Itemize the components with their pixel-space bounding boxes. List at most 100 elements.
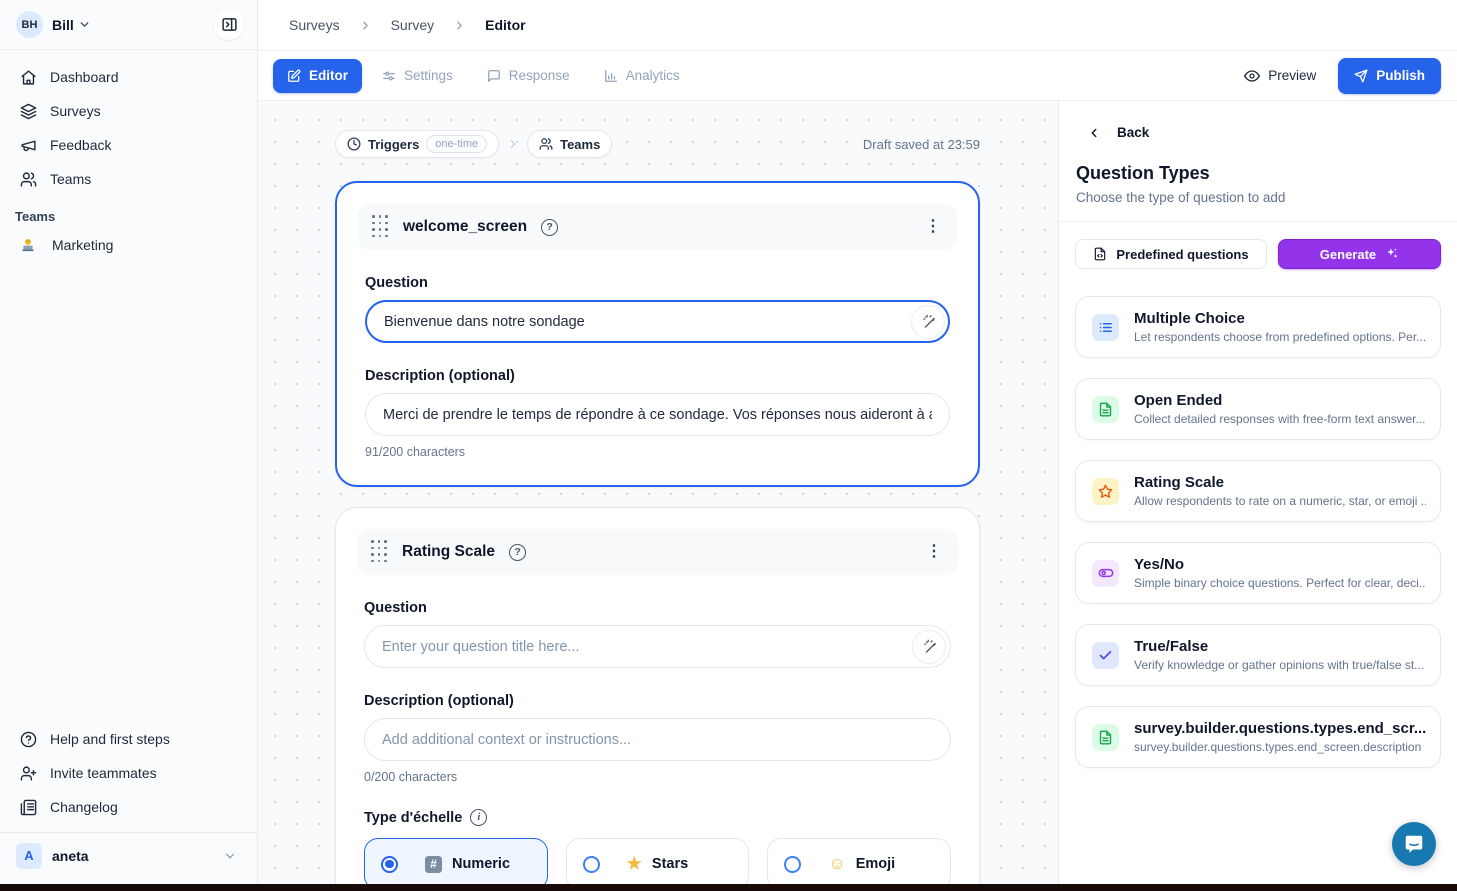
- question-label: Question: [365, 275, 950, 291]
- breadcrumb: Surveys Survey Editor: [258, 0, 1457, 51]
- preview-button[interactable]: Preview: [1244, 68, 1316, 84]
- more-options-icon[interactable]: ⋮: [925, 219, 941, 235]
- user-name[interactable]: Bill: [52, 17, 74, 33]
- type-description: Verify knowledge or gather opinions with…: [1134, 658, 1424, 672]
- teams-pill-label: Teams: [560, 137, 600, 152]
- publish-label: Publish: [1376, 68, 1425, 83]
- tab-label: Analytics: [626, 68, 680, 83]
- breadcrumb-survey[interactable]: Survey: [391, 17, 435, 33]
- scale-option-label: Numeric: [452, 856, 510, 872]
- help-icon[interactable]: ?: [509, 544, 526, 561]
- sidebar-item-invite[interactable]: Invite teammates: [0, 756, 257, 790]
- megaphone-icon: [19, 137, 37, 154]
- question-description-input[interactable]: [365, 393, 950, 436]
- more-options-icon[interactable]: ⋮: [926, 544, 942, 560]
- sidebar-item-help[interactable]: Help and first steps: [0, 722, 257, 756]
- tab-settings[interactable]: Settings: [368, 59, 467, 93]
- type-description: Collect detailed responses with free-for…: [1134, 412, 1425, 426]
- teams-pill[interactable]: Teams: [527, 130, 612, 158]
- list-icon: [1092, 314, 1119, 341]
- question-card-header: welcome_screen ? ⋮: [358, 204, 957, 250]
- tab-editor[interactable]: Editor: [273, 59, 362, 93]
- breadcrumb-editor: Editor: [485, 17, 525, 33]
- description-label: Description (optional): [365, 368, 950, 384]
- drag-handle-icon[interactable]: [372, 215, 389, 239]
- pencil-square-icon: [287, 69, 301, 83]
- radio-checked-icon: [381, 856, 398, 873]
- main-area: Surveys Survey Editor Editor Settings R: [258, 0, 1457, 884]
- sidebar-footer: Help and first steps Invite teammates Ch…: [0, 722, 257, 884]
- publish-button[interactable]: Publish: [1338, 58, 1441, 94]
- toggle-icon: [1092, 560, 1119, 587]
- changelog-icon: [19, 799, 37, 816]
- sidebar-nav: Dashboard Surveys Feedback Teams Teams: [0, 50, 257, 263]
- question-description-input[interactable]: [364, 718, 951, 761]
- message-square-icon: [487, 69, 501, 83]
- scale-option-numeric[interactable]: # Numeric: [364, 838, 548, 884]
- preview-label: Preview: [1268, 68, 1316, 83]
- back-button[interactable]: Back: [1075, 125, 1441, 140]
- sidebar: BH Bill Dashboard Surveys F: [0, 0, 258, 884]
- triggers-pill[interactable]: Triggers one-time: [335, 130, 499, 158]
- ai-wand-icon[interactable]: [912, 630, 946, 664]
- chevron-right-icon: [453, 19, 466, 32]
- sidebar-item-label: Teams: [50, 171, 91, 187]
- scale-type-label: Type d'échelle: [364, 810, 462, 826]
- divider: [1059, 221, 1457, 222]
- tab-response[interactable]: Response: [473, 59, 584, 93]
- char-count: 91/200 characters: [365, 445, 950, 459]
- clock-icon: [347, 137, 361, 151]
- type-title: Yes/No: [1134, 556, 1426, 573]
- sidebar-item-feedback[interactable]: Feedback: [0, 128, 257, 162]
- eye-icon: [1244, 68, 1260, 84]
- question-type-true-false[interactable]: True/False Verify knowledge or gather op…: [1075, 624, 1441, 686]
- info-icon[interactable]: i: [470, 809, 487, 826]
- check-icon: [1092, 642, 1119, 669]
- layers-icon: [19, 103, 37, 120]
- sidebar-item-label: Surveys: [50, 103, 101, 119]
- question-type-rating-scale[interactable]: Rating Scale Allow respondents to rate o…: [1075, 460, 1441, 522]
- ai-wand-icon[interactable]: [911, 305, 945, 339]
- breadcrumb-surveys[interactable]: Surveys: [289, 17, 340, 33]
- help-icon[interactable]: ?: [541, 219, 558, 236]
- predefined-questions-button[interactable]: Predefined questions: [1075, 239, 1267, 269]
- sidebar-collapse-button[interactable]: [214, 10, 244, 40]
- scale-option-emoji[interactable]: ☺ Emoji: [767, 838, 951, 884]
- window-edge: [0, 884, 1457, 891]
- org-name: aneta: [52, 848, 89, 864]
- drag-handle-icon[interactable]: [371, 540, 388, 564]
- sidebar-item-dashboard[interactable]: Dashboard: [0, 60, 257, 94]
- question-title-input[interactable]: [364, 625, 951, 668]
- file-text-icon: [1092, 724, 1119, 751]
- sidebar-item-label: Help and first steps: [50, 731, 170, 747]
- sidebar-item-teams[interactable]: Teams: [0, 162, 257, 196]
- chat-launcher-button[interactable]: [1392, 822, 1436, 866]
- type-title: Open Ended: [1134, 392, 1425, 409]
- chevron-down-icon: [78, 18, 91, 31]
- scale-option-label: Emoji: [856, 856, 895, 872]
- file-code-icon: [1093, 247, 1107, 261]
- question-type-end-screen[interactable]: survey.builder.questions.types.end_scr..…: [1075, 706, 1441, 768]
- sparkles-icon: [1385, 247, 1399, 261]
- question-type-yes-no[interactable]: Yes/No Simple binary choice questions. P…: [1075, 542, 1441, 604]
- question-card-welcome-screen[interactable]: welcome_screen ? ⋮ Question Description …: [335, 181, 980, 487]
- tab-analytics[interactable]: Analytics: [590, 59, 694, 93]
- editor-canvas: Triggers one-time Teams Draft saved at 2…: [258, 101, 1058, 884]
- sidebar-item-marketing[interactable]: Marketing: [0, 227, 257, 263]
- back-label: Back: [1117, 125, 1149, 140]
- sidebar-item-changelog[interactable]: Changelog: [0, 790, 257, 824]
- org-switcher[interactable]: A aneta: [0, 832, 257, 878]
- question-type-multiple-choice[interactable]: Multiple Choice Let respondents choose f…: [1075, 296, 1441, 358]
- sidebar-item-surveys[interactable]: Surveys: [0, 94, 257, 128]
- panel-subtitle: Choose the type of question to add: [1075, 190, 1441, 205]
- question-type-open-ended[interactable]: Open Ended Collect detailed responses wi…: [1075, 378, 1441, 440]
- org-avatar: A: [16, 843, 42, 869]
- question-title-input[interactable]: [365, 300, 950, 343]
- question-card-rating-scale[interactable]: Rating Scale ? ⋮ Question Description (o…: [335, 507, 980, 884]
- scale-option-stars[interactable]: ★ Stars: [566, 838, 750, 884]
- avatar[interactable]: BH: [16, 11, 43, 38]
- sidebar-header: BH Bill: [0, 0, 257, 50]
- scale-type-options: # Numeric ★ Stars ☺ Emoji: [364, 838, 951, 884]
- sidebar-item-label: Changelog: [50, 799, 118, 815]
- generate-button[interactable]: Generate: [1278, 239, 1441, 269]
